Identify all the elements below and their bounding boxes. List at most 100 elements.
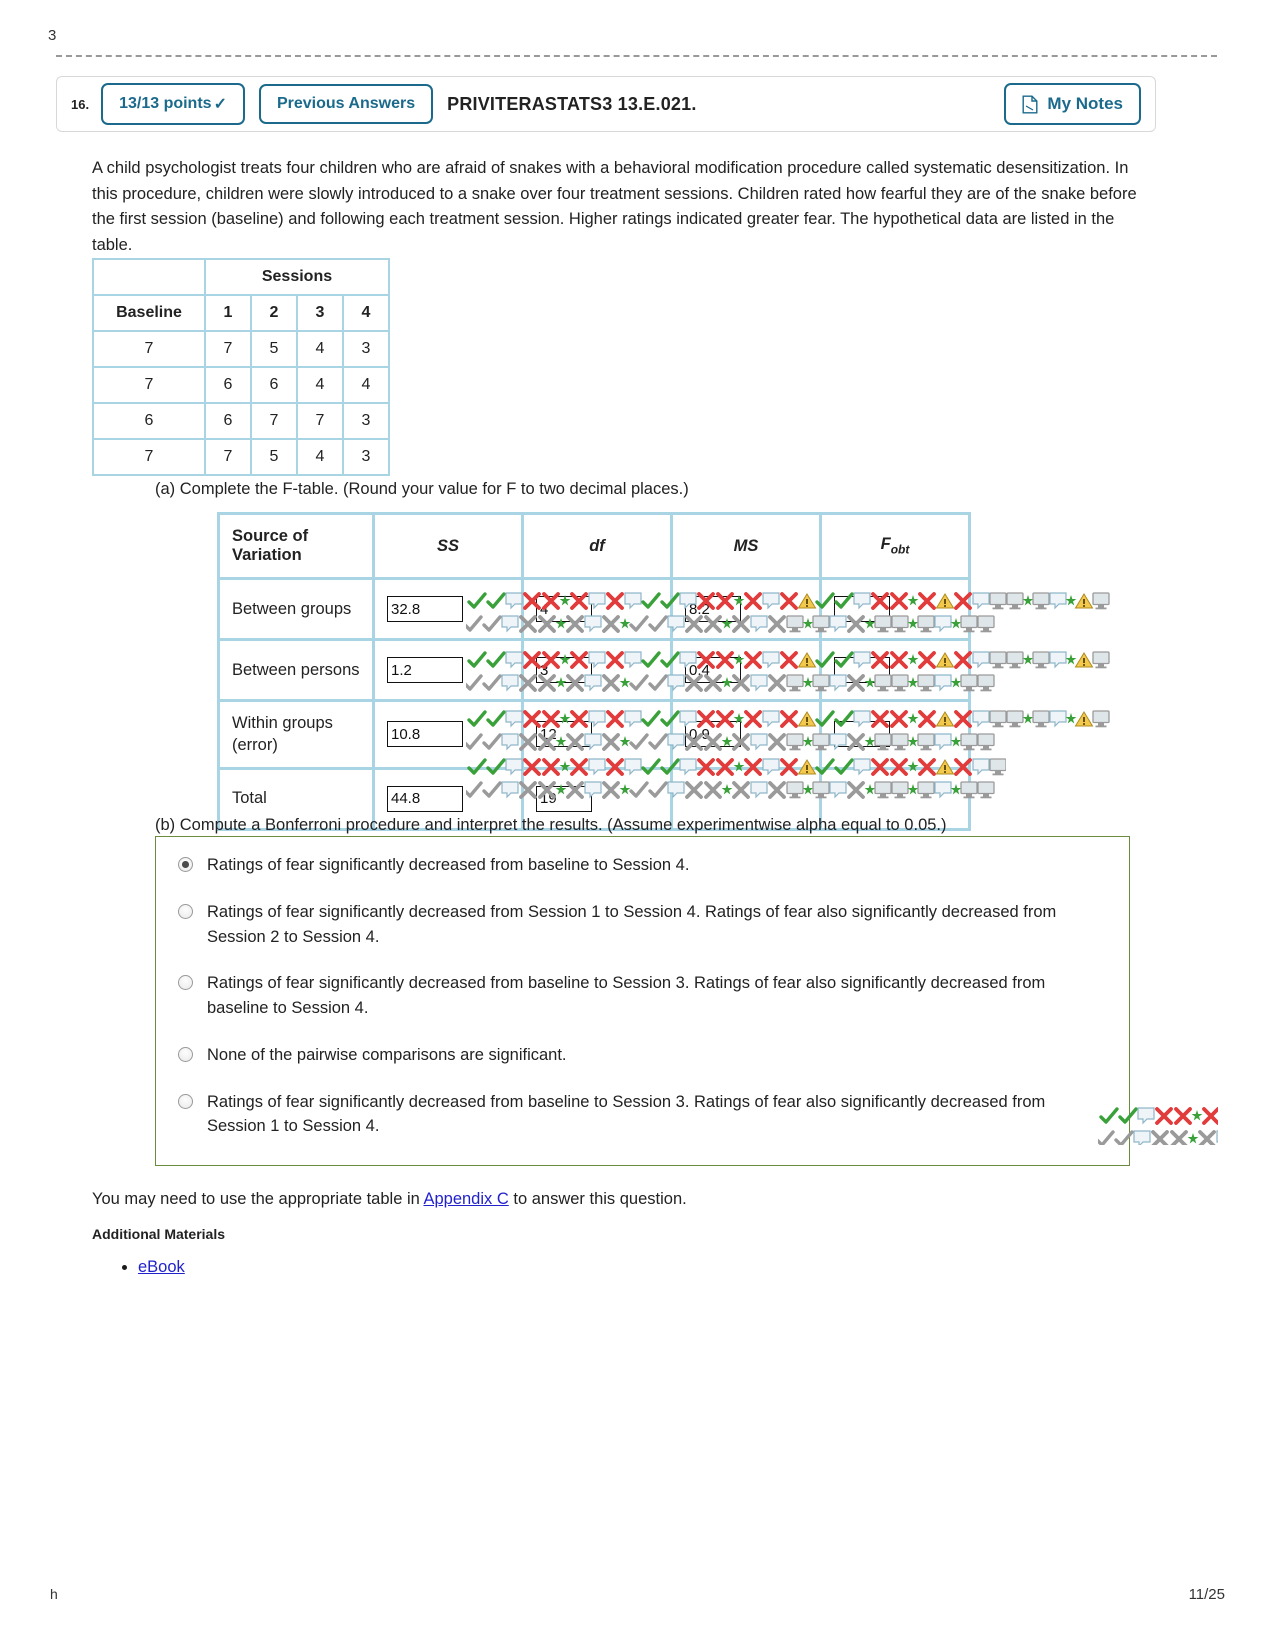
ss-input-total[interactable] [387, 785, 463, 812]
data-cell-s2: 5 [252, 332, 296, 366]
radio-icon[interactable] [178, 903, 193, 919]
data-cell-s2: 7 [252, 404, 296, 438]
ebook-link[interactable]: eBook [138, 1258, 185, 1276]
table-row: 7 7 5 4 3 [94, 332, 388, 366]
previous-answers-button[interactable]: Previous Answers [258, 84, 434, 124]
choice-label: None of the pairwise comparisons are sig… [207, 1045, 567, 1064]
appendix-text-before: You may need to use the appropriate tabl… [92, 1190, 424, 1208]
list-item: eBook [138, 1258, 185, 1277]
data-cell-s4: 3 [344, 440, 388, 474]
appendix-c-link[interactable]: Appendix C [423, 1190, 508, 1208]
data-cell-s3: 4 [298, 440, 342, 474]
data-cell-baseline: 7 [94, 440, 204, 474]
f-table-header-ms: MS [673, 515, 819, 577]
df-input-between-persons[interactable] [536, 657, 592, 683]
data-table-sessions-header: Sessions [206, 260, 388, 294]
data-cell-s1: 7 [206, 440, 250, 474]
previous-answers-label: Previous Answers [276, 95, 416, 112]
points-badge[interactable]: 13/13 points ✓ [101, 83, 245, 125]
question-prompt: A child psychologist treats four childre… [92, 159, 1137, 254]
ss-symbol: SS [436, 536, 459, 555]
footer-page-number: 11/25 [1188, 1586, 1225, 1603]
ms-input-between-persons[interactable] [685, 657, 741, 683]
hypothetical-data-table: Sessions Baseline 1 2 3 4 7 7 5 4 3 7 6 … [92, 258, 390, 476]
choice-option-1[interactable]: Ratings of fear significantly decreased … [178, 853, 1107, 878]
data-cell-s3: 4 [298, 332, 342, 366]
radio-icon[interactable] [178, 975, 193, 991]
data-table-session-header-4: 4 [344, 296, 388, 330]
appendix-note: You may need to use the appropriate tabl… [92, 1190, 687, 1209]
f-table-header-fobt: Fobt [822, 515, 968, 577]
f-cell-ms [673, 641, 819, 699]
ms-symbol: MS [733, 536, 759, 555]
f-table: Source of Variation SS df MS Fobt Betwee… [217, 512, 971, 831]
footer-left-clipped: h [50, 1586, 58, 1602]
ss-input-within-groups[interactable] [387, 721, 463, 748]
data-cell-baseline: 7 [94, 368, 204, 402]
choice-label: Ratings of fear significantly decreased … [207, 856, 690, 874]
my-notes-button[interactable]: My Notes [1004, 83, 1141, 125]
data-table-session-header-1: 1 [206, 296, 250, 330]
choice-option-3[interactable]: Ratings of fear significantly decreased … [178, 971, 1107, 1021]
ms-input-within-groups[interactable] [685, 721, 741, 748]
points-label: 13/13 points [119, 95, 212, 112]
radio-icon[interactable] [178, 857, 193, 872]
data-cell-s1: 6 [206, 368, 250, 402]
choice-option-5[interactable]: Ratings of fear significantly decreased … [178, 1090, 1107, 1140]
data-table-corner-cell [94, 260, 204, 294]
data-cell-baseline: 7 [94, 332, 204, 366]
my-notes-label: My Notes [1047, 94, 1123, 113]
df-input-between-groups[interactable] [536, 596, 592, 622]
fobt-input-between-groups[interactable] [834, 596, 890, 622]
choice-option-4[interactable]: None of the pairwise comparisons are sig… [178, 1043, 1107, 1068]
choice-label: Ratings of fear significantly decreased … [207, 902, 1057, 946]
data-cell-s4: 3 [344, 404, 388, 438]
ms-input-between-groups[interactable] [685, 596, 741, 622]
data-cell-s3: 7 [298, 404, 342, 438]
f-cell-fobt [822, 580, 968, 638]
choice-label: Ratings of fear significantly decreased … [207, 1092, 1046, 1136]
data-table-baseline-header: Baseline [94, 296, 204, 330]
f-row-label-between-groups: Between groups [220, 580, 372, 638]
radio-icon[interactable] [178, 1093, 193, 1109]
ss-input-between-groups[interactable] [387, 596, 463, 622]
part-b-label: (b) Compute a Bonferroni procedure and i… [155, 816, 947, 834]
additional-materials-list: eBook [110, 1258, 185, 1277]
clipped-top-glyph: 3 [48, 28, 57, 42]
choice-option-2[interactable]: Ratings of fear significantly decreased … [178, 900, 1107, 950]
additional-materials-heading: Additional Materials [92, 1226, 226, 1242]
note-page-icon [1022, 95, 1038, 113]
f-symbol: F [880, 535, 891, 554]
page-separator-rule [56, 55, 1217, 57]
data-cell-s1: 6 [206, 404, 250, 438]
f-cell-df [524, 702, 670, 767]
f-table-header-source: Source of Variation [220, 515, 372, 577]
ss-input-between-persons[interactable] [387, 657, 463, 683]
df-symbol: df [589, 536, 605, 555]
f-subscript: obt [890, 542, 910, 557]
f-table-row: Between groups [220, 580, 968, 638]
radio-icon[interactable] [178, 1046, 193, 1062]
f-cell-ms [673, 702, 819, 767]
data-cell-s4: 4 [344, 368, 388, 402]
f-cell-ss [375, 702, 521, 767]
fobt-input-between-persons[interactable] [834, 657, 890, 683]
data-cell-s2: 6 [252, 368, 296, 402]
f-row-label-between-persons: Between persons [220, 641, 372, 699]
df-input-total[interactable] [536, 785, 592, 812]
question-header: 16. 13/13 points ✓ Previous Answers PRIV… [56, 76, 1156, 132]
df-input-within-groups[interactable] [536, 721, 592, 748]
f-cell-fobt [822, 702, 968, 767]
fobt-input-within-groups[interactable] [834, 721, 890, 748]
appendix-text-after: to answer this question. [508, 1190, 687, 1208]
f-row-label-within-groups: Within groups (error) [220, 702, 372, 767]
table-row: 6 6 7 7 3 [94, 404, 388, 438]
question-number: 16. [71, 96, 90, 112]
f-table-header-ss: SS [375, 515, 521, 577]
f-cell-fobt [822, 641, 968, 699]
data-cell-s4: 3 [344, 332, 388, 366]
data-cell-s1: 7 [206, 332, 250, 366]
table-row: 7 6 6 4 4 [94, 368, 388, 402]
f-table-header-df: df [524, 515, 670, 577]
exercise-id: PRIVITERASTATS3 13.E.021. [447, 93, 697, 114]
